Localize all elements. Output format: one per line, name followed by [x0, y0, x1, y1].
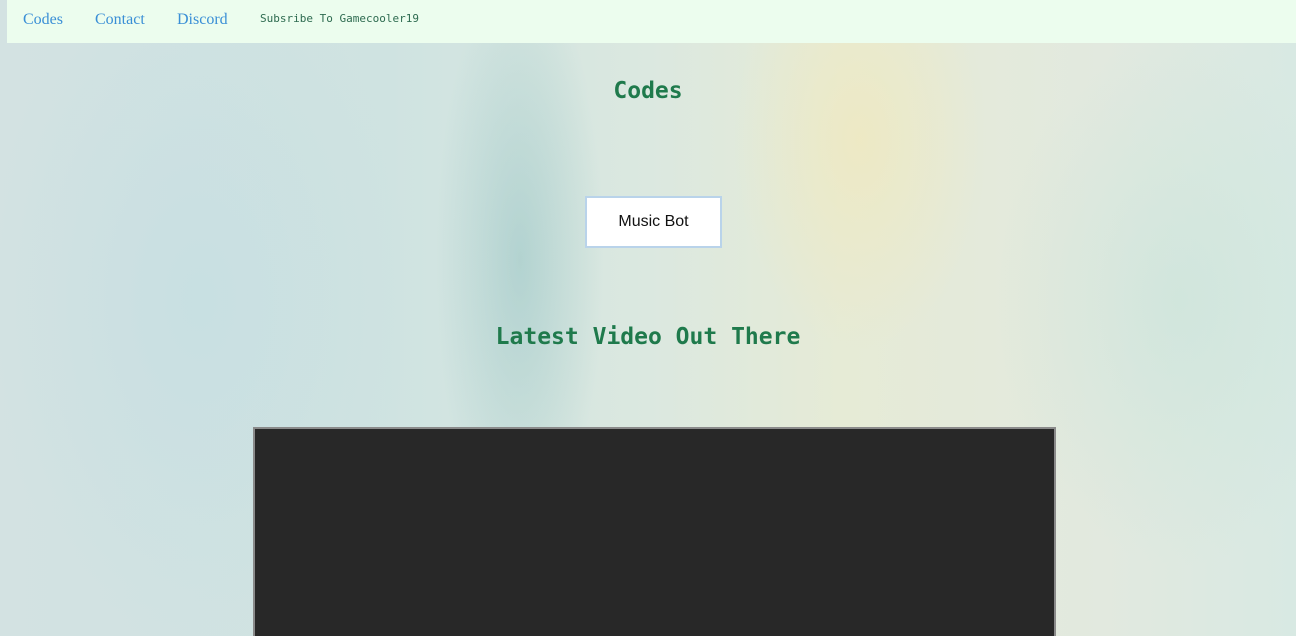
music-bot-button[interactable]: Music Bot [585, 196, 722, 248]
nav-link-discord[interactable]: Discord [177, 11, 228, 29]
latest-video-heading: Latest Video Out There [495, 324, 801, 350]
video-embed[interactable] [253, 427, 1056, 636]
top-navbar: Codes Contact Discord Subsribe To Gameco… [7, 0, 1296, 43]
nav-link-contact[interactable]: Contact [95, 11, 145, 29]
page-title: Codes [613, 78, 683, 104]
nav-link-codes[interactable]: Codes [23, 11, 63, 29]
subscribe-text[interactable]: Subsribe To Gamecooler19 [260, 12, 419, 25]
